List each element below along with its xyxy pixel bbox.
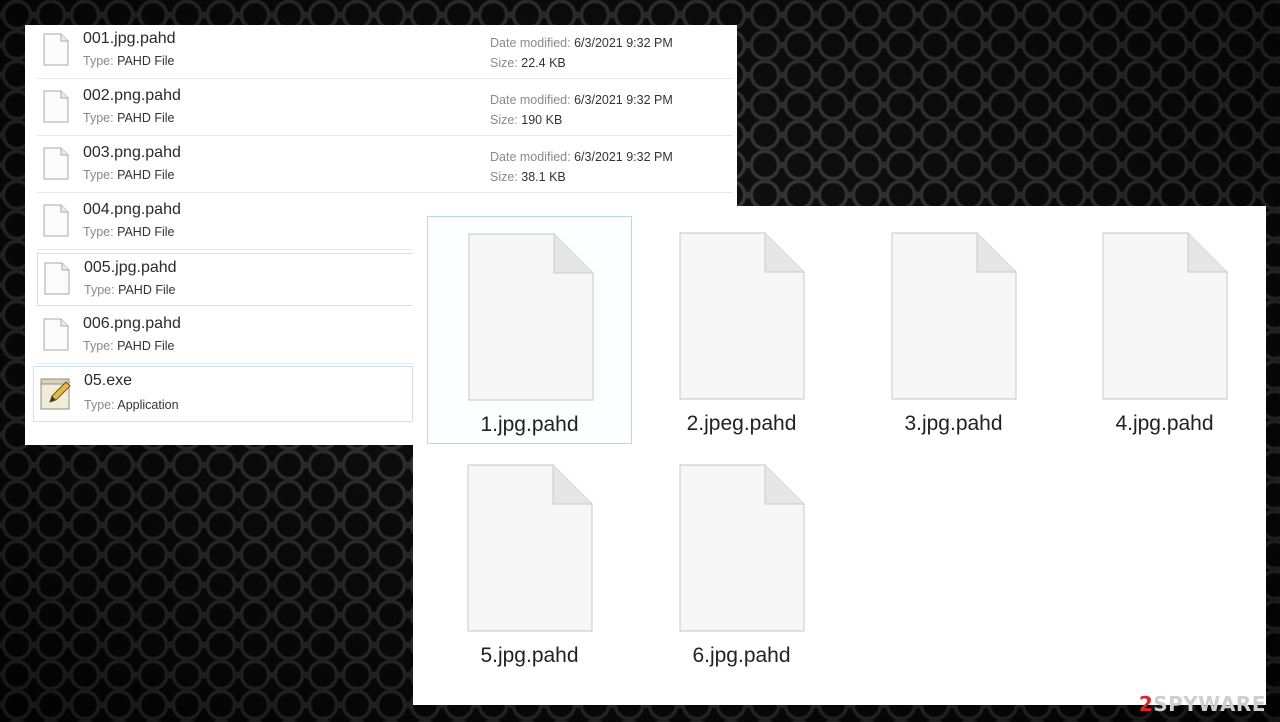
blank-file-icon — [43, 204, 69, 237]
blank-file-icon — [43, 318, 69, 351]
file-tile[interactable]: 2.jpeg.pahd — [639, 216, 844, 444]
file-date-modified: Date modified: 6/3/2021 9:32 PM — [490, 150, 673, 164]
file-name: 003.png.pahd — [83, 144, 181, 161]
file-row[interactable]: 002.png.pahd Type: PAHD File Date modifi… — [37, 82, 733, 136]
file-tile-label: 1.jpg.pahd — [480, 413, 579, 436]
file-name: 002.png.pahd — [83, 87, 181, 104]
file-tile[interactable]: 3.jpg.pahd — [851, 216, 1056, 444]
file-type: Type: Application — [84, 398, 179, 412]
blank-file-icon — [43, 147, 69, 180]
file-type: Type: PAHD File — [83, 339, 175, 353]
file-name: 004.png.pahd — [83, 201, 181, 218]
blank-file-icon — [467, 464, 593, 632]
blank-file-icon — [468, 233, 594, 401]
file-tile-label: 2.jpeg.pahd — [686, 412, 797, 435]
application-edit-icon — [40, 378, 71, 410]
file-size: Size: 190 KB — [490, 113, 563, 127]
large-icons-view-window: 1.jpg.pahd 2.jpeg.pahd 3.jpg.pahd 4.jpg.… — [413, 206, 1266, 705]
file-type: Type: PAHD File — [83, 168, 175, 182]
blank-file-icon — [891, 232, 1017, 400]
blank-file-icon — [43, 33, 69, 66]
file-size: Size: 22.4 KB — [490, 56, 566, 70]
file-name: 001.jpg.pahd — [83, 30, 176, 47]
file-row[interactable]: 006.png.pahd Type: PAHD File — [37, 310, 425, 364]
file-name: 005.jpg.pahd — [84, 259, 177, 276]
file-tile-label: 3.jpg.pahd — [904, 412, 1003, 435]
file-tile[interactable]: 5.jpg.pahd — [427, 448, 632, 676]
file-row[interactable]: 001.jpg.pahd Type: PAHD File Date modifi… — [37, 25, 733, 79]
file-row-selected[interactable]: 05.exe Type: Application — [33, 366, 413, 422]
desktop-background: { "details_list": { "date_label": "Date … — [0, 0, 1280, 722]
blank-file-icon — [679, 232, 805, 400]
file-tile[interactable]: 6.jpg.pahd — [639, 448, 844, 676]
blank-file-icon — [679, 464, 805, 632]
blank-file-icon — [44, 262, 70, 295]
file-type: Type: PAHD File — [83, 225, 175, 239]
file-tile-selected[interactable]: 1.jpg.pahd — [427, 216, 632, 444]
file-row[interactable]: 005.jpg.pahd Type: PAHD File — [37, 253, 425, 306]
file-date-modified: Date modified: 6/3/2021 9:32 PM — [490, 36, 673, 50]
file-type: Type: PAHD File — [84, 283, 176, 297]
file-date-modified: Date modified: 6/3/2021 9:32 PM — [490, 93, 673, 107]
file-tile-label: 4.jpg.pahd — [1115, 412, 1214, 435]
file-tile-label: 6.jpg.pahd — [692, 644, 791, 667]
file-row[interactable]: 003.png.pahd Type: PAHD File Date modifi… — [37, 139, 733, 193]
blank-file-icon — [1102, 232, 1228, 400]
file-type: Type: PAHD File — [83, 111, 175, 125]
blank-file-icon — [43, 90, 69, 123]
site-watermark: 2SPYWARE — [1138, 692, 1266, 716]
file-name: 05.exe — [84, 372, 133, 389]
file-tile-label: 5.jpg.pahd — [480, 644, 579, 667]
file-tile[interactable]: 4.jpg.pahd — [1062, 216, 1267, 444]
file-name: 006.png.pahd — [83, 315, 181, 332]
file-type: Type: PAHD File — [83, 54, 175, 68]
file-size: Size: 38.1 KB — [490, 170, 566, 184]
